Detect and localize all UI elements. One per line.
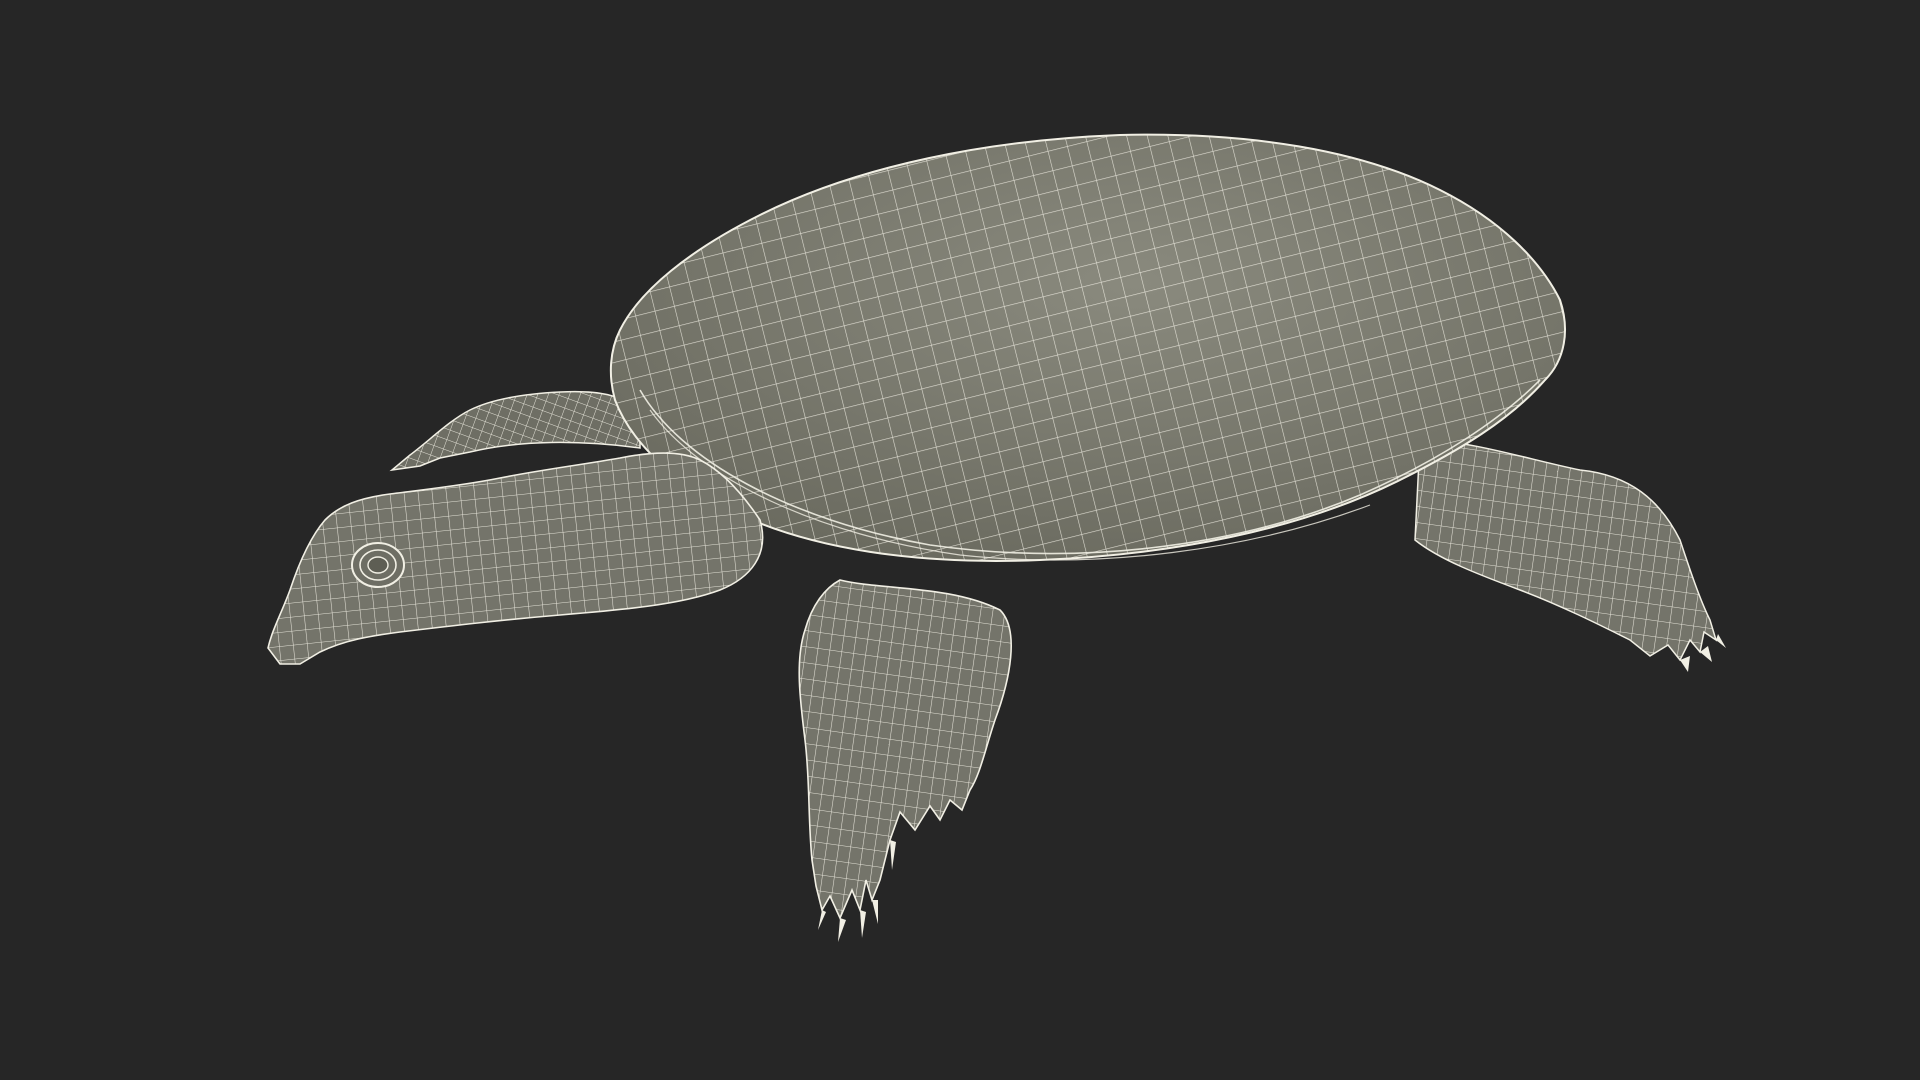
turtle-eye: [351, 542, 405, 588]
rear-right-leg: [1414, 439, 1718, 662]
far-front-flipper: [389, 390, 641, 472]
front-near-flipper: [798, 579, 1012, 942]
turtle-neck-head: [267, 452, 764, 665]
turtle-wireframe-render: [267, 133, 1726, 942]
render-viewport: [0, 0, 1920, 1080]
